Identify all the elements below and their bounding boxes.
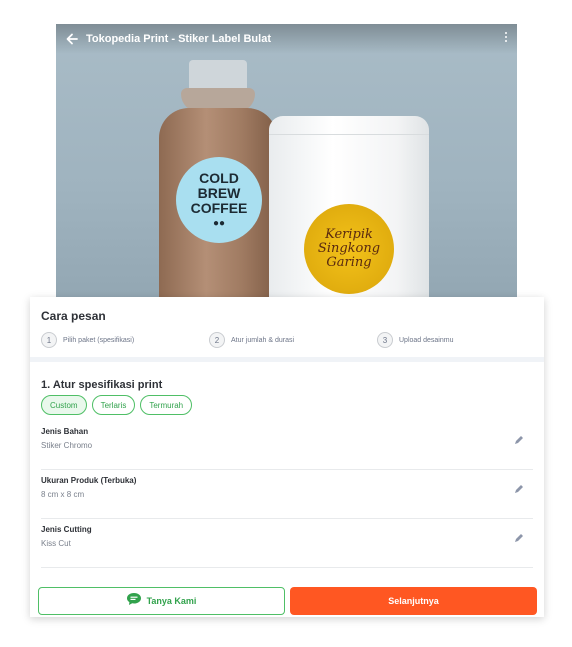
spec-row-value: Stiker Chromo	[41, 441, 93, 450]
sticker-line: Garing	[326, 255, 372, 270]
spec-row-value: Kiss Cut	[41, 539, 71, 548]
step-label: Upload desainmu	[399, 336, 454, 344]
sticker-line: Singkong	[317, 241, 381, 256]
sticker-line: COFFEE	[190, 200, 248, 216]
arrow-left-icon[interactable]	[58, 24, 86, 54]
section-divider	[30, 357, 544, 362]
pencil-icon[interactable]	[513, 531, 525, 543]
page-title: Tokopedia Print - Stiker Label Bulat	[86, 33, 271, 45]
order-title: Cara pesan	[41, 309, 106, 323]
kebab-menu-icon[interactable]	[505, 32, 509, 42]
package-chips: Custom Terlaris Termurah	[41, 395, 193, 415]
top-bar: Tokopedia Print - Stiker Label Bulat	[56, 24, 517, 54]
step-3: 3 Upload desainmu	[377, 332, 453, 348]
sticker-line: BREW	[197, 185, 241, 201]
step-label: Atur jumlah & durasi	[231, 336, 295, 344]
chip-custom[interactable]: Custom	[41, 395, 87, 415]
chip-terlaris[interactable]: Terlaris	[91, 395, 136, 415]
spec-row-title: Ukuran Produk (Terbuka)	[41, 476, 137, 485]
ask-button[interactable]: Tanya Kami	[38, 587, 285, 615]
step-number: 2	[209, 332, 225, 348]
spec-row-title: Jenis Cutting	[41, 525, 92, 534]
cold-brew-sticker: COLD BREW COFFEE ●●	[176, 157, 262, 243]
chat-icon	[126, 592, 141, 610]
next-button[interactable]: Selanjutnya	[290, 587, 537, 615]
keripik-sticker: Keripik Singkong Garing	[304, 204, 394, 294]
ask-button-label: Tanya Kami	[146, 596, 197, 606]
spec-row-value: 8 cm x 8 cm	[41, 490, 85, 499]
step-number: 1	[41, 332, 57, 348]
step-number: 3	[377, 332, 393, 348]
next-button-label: Selanjutnya	[388, 596, 439, 606]
step-1: 1 Pilih paket (spesifikasi)	[41, 332, 134, 348]
step-2: 2 Atur jumlah & durasi	[209, 332, 294, 348]
pencil-icon[interactable]	[513, 482, 525, 494]
spec-row-cutting[interactable]: Jenis Cutting Kiss Cut	[41, 519, 533, 568]
step-label: Pilih paket (spesifikasi)	[63, 336, 135, 344]
product-hero-image: COLD BREW COFFEE ●● Keripik Singkong Gar…	[56, 24, 517, 298]
coffee-beans-icon: ●●	[212, 218, 226, 229]
sticker-line: Keripik	[325, 227, 373, 242]
spec-row-ukuran[interactable]: Ukuran Produk (Terbuka) 8 cm x 8 cm	[41, 470, 533, 519]
chip-termurah[interactable]: Termurah	[140, 395, 193, 415]
sticker-line: COLD	[199, 170, 239, 186]
spec-title: 1. Atur spesifikasi print	[41, 379, 163, 391]
pencil-icon[interactable]	[513, 433, 525, 445]
spec-row-title: Jenis Bahan	[41, 427, 89, 436]
order-panel: Cara pesan 1 Pilih paket (spesifikasi) 2…	[30, 297, 544, 617]
order-steps: 1 Pilih paket (spesifikasi) 2 Atur jumla…	[41, 332, 531, 348]
spec-row-bahan[interactable]: Jenis Bahan Stiker Chromo	[41, 421, 533, 470]
